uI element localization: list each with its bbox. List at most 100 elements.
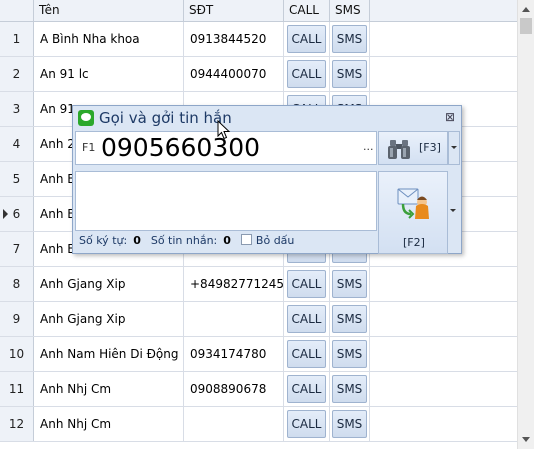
call-cell: CALL — [284, 407, 330, 441]
row-number[interactable]: 7 — [0, 232, 34, 266]
table-row[interactable]: 10 Anh Nam Hiên Di Động 0934174780 CALL SMS — [0, 337, 517, 372]
call-column-header[interactable]: CALL — [284, 0, 330, 21]
call-button[interactable]: CALL — [287, 305, 326, 333]
sms-cell: SMS — [330, 337, 370, 371]
current-row-arrow-icon — [3, 209, 8, 219]
table-row[interactable]: 11 Anh Nhj Cm 0908890678 CALL SMS — [0, 372, 517, 407]
call-button[interactable]: CALL — [287, 270, 326, 298]
row-number[interactable]: 4 — [0, 127, 34, 161]
char-count-value: 0 — [133, 234, 141, 247]
row-number[interactable]: 6 — [0, 197, 34, 231]
name-cell[interactable]: Anh Nhj Cm — [34, 407, 184, 441]
scroll-up-icon[interactable] — [522, 7, 530, 12]
row-number-label: 11 — [8, 382, 25, 396]
message-status-bar: Số ký tự: 0 Số tin nhắn: 0 Bỏ dấu — [79, 234, 294, 247]
name-cell[interactable]: Anh Nam Hiên Di Động — [34, 337, 184, 371]
sms-button[interactable]: SMS — [332, 25, 367, 53]
vertical-scrollbar[interactable] — [517, 0, 534, 449]
name-column-header[interactable]: Tên — [34, 0, 184, 21]
call-cell: CALL — [284, 302, 330, 336]
call-button[interactable]: CALL — [287, 60, 326, 88]
call-button[interactable]: CALL — [287, 340, 326, 368]
send-options-dropdown[interactable] — [448, 171, 460, 254]
dialog-title: Gọi và gởi tin hắn — [99, 109, 232, 127]
chat-bubble-icon — [78, 110, 94, 126]
scroll-down-icon[interactable] — [522, 437, 530, 442]
row-number-label: 3 — [12, 102, 21, 116]
dialog-titlebar[interactable]: Gọi và gởi tin hắn ⊠ — [73, 106, 461, 130]
no-accent-label[interactable]: Bỏ dấu — [256, 234, 294, 247]
sms-cell: SMS — [330, 22, 370, 56]
message-count-label: Số tin nhắn: — [150, 234, 218, 247]
browse-contacts-button[interactable]: ... — [363, 140, 374, 153]
no-accent-checkbox[interactable] — [240, 234, 252, 245]
row-number-label: 5 — [12, 172, 21, 186]
name-cell[interactable]: A Bình Nha khoa — [34, 22, 184, 56]
row-number[interactable]: 11 — [0, 372, 34, 406]
call-cell: CALL — [284, 267, 330, 301]
char-count-label: Số ký tự: — [79, 234, 128, 247]
call-button[interactable]: CALL — [287, 375, 326, 403]
row-number-label: 9 — [12, 312, 21, 326]
row-number[interactable]: 8 — [0, 267, 34, 301]
sms-cell: SMS — [330, 57, 370, 91]
sms-button[interactable]: SMS — [332, 305, 367, 333]
row-number-label: 7 — [12, 242, 21, 256]
name-cell[interactable]: Anh Gjang Xip — [34, 267, 184, 301]
table-row[interactable]: 9 Anh Gjang Xip CALL SMS — [0, 302, 517, 337]
binoculars-icon — [388, 140, 410, 159]
call-button[interactable]: [F3] — [378, 131, 448, 165]
table-row[interactable]: 1 A Bình Nha khoa 0913844520 CALL SMS — [0, 22, 517, 57]
row-number[interactable]: 9 — [0, 302, 34, 336]
chevron-down-icon — [450, 209, 456, 212]
phone-number-value[interactable]: 0905660300 — [101, 132, 260, 164]
row-number[interactable]: 2 — [0, 57, 34, 91]
sms-button[interactable]: SMS — [332, 410, 367, 438]
message-textarea[interactable] — [75, 171, 377, 231]
phone-cell[interactable]: 0908890678 — [184, 372, 284, 406]
close-icon[interactable]: ⊠ — [443, 110, 457, 124]
phone-cell[interactable] — [184, 302, 284, 336]
call-options-dropdown[interactable] — [448, 131, 460, 165]
row-number-label: 12 — [8, 417, 25, 431]
phone-cell[interactable] — [184, 407, 284, 441]
message-count-value: 0 — [223, 234, 231, 247]
sms-cell: SMS — [330, 372, 370, 406]
scroll-thumb[interactable] — [520, 18, 532, 34]
name-cell[interactable]: Anh Gjang Xip — [34, 302, 184, 336]
call-sms-dialog: Gọi và gởi tin hắn ⊠ F1 0905660300 ... [… — [72, 105, 462, 254]
sms-button[interactable]: SMS — [332, 60, 367, 88]
row-number[interactable]: 3 — [0, 92, 34, 126]
phone-column-header[interactable]: SĐT — [184, 0, 284, 21]
table-row[interactable]: 8 Anh Gjang Xip +84982771245 CALL SMS — [0, 267, 517, 302]
sms-button[interactable]: SMS — [332, 340, 367, 368]
row-number[interactable]: 1 — [0, 22, 34, 56]
message-person-icon — [397, 188, 429, 219]
send-sms-button[interactable]: [F2] — [378, 171, 448, 254]
phone-cell[interactable]: 0944400070 — [184, 57, 284, 91]
phone-cell[interactable]: 0913844520 — [184, 22, 284, 56]
table-row[interactable]: 2 An 91 lc 0944400070 CALL SMS — [0, 57, 517, 92]
f1-label: F1 — [82, 141, 96, 154]
sms-column-header[interactable]: SMS — [330, 0, 370, 21]
call-button[interactable]: CALL — [287, 25, 326, 53]
sms-button[interactable]: SMS — [332, 375, 367, 403]
name-cell[interactable]: An 91 lc — [34, 57, 184, 91]
table-row[interactable]: 12 Anh Nhj Cm CALL SMS — [0, 407, 517, 442]
sms-button[interactable]: SMS — [332, 270, 367, 298]
name-cell[interactable]: Anh Nhj Cm — [34, 372, 184, 406]
call-button[interactable]: CALL — [287, 410, 326, 438]
row-number[interactable]: 10 — [0, 337, 34, 371]
row-number-label: 1 — [12, 32, 21, 46]
phone-cell[interactable]: 0934174780 — [184, 337, 284, 371]
call-cell: CALL — [284, 372, 330, 406]
row-number-label: 4 — [12, 137, 21, 151]
row-number[interactable]: 5 — [0, 162, 34, 196]
grid-header: Tên SĐT CALL SMS — [0, 0, 517, 22]
call-key-label: [F3] — [419, 141, 441, 154]
row-number[interactable]: 12 — [0, 407, 34, 441]
row-number-label: 10 — [8, 347, 25, 361]
sms-cell: SMS — [330, 407, 370, 441]
phone-cell[interactable]: +84982771245 — [184, 267, 284, 301]
row-number-label: 6 — [12, 207, 21, 221]
